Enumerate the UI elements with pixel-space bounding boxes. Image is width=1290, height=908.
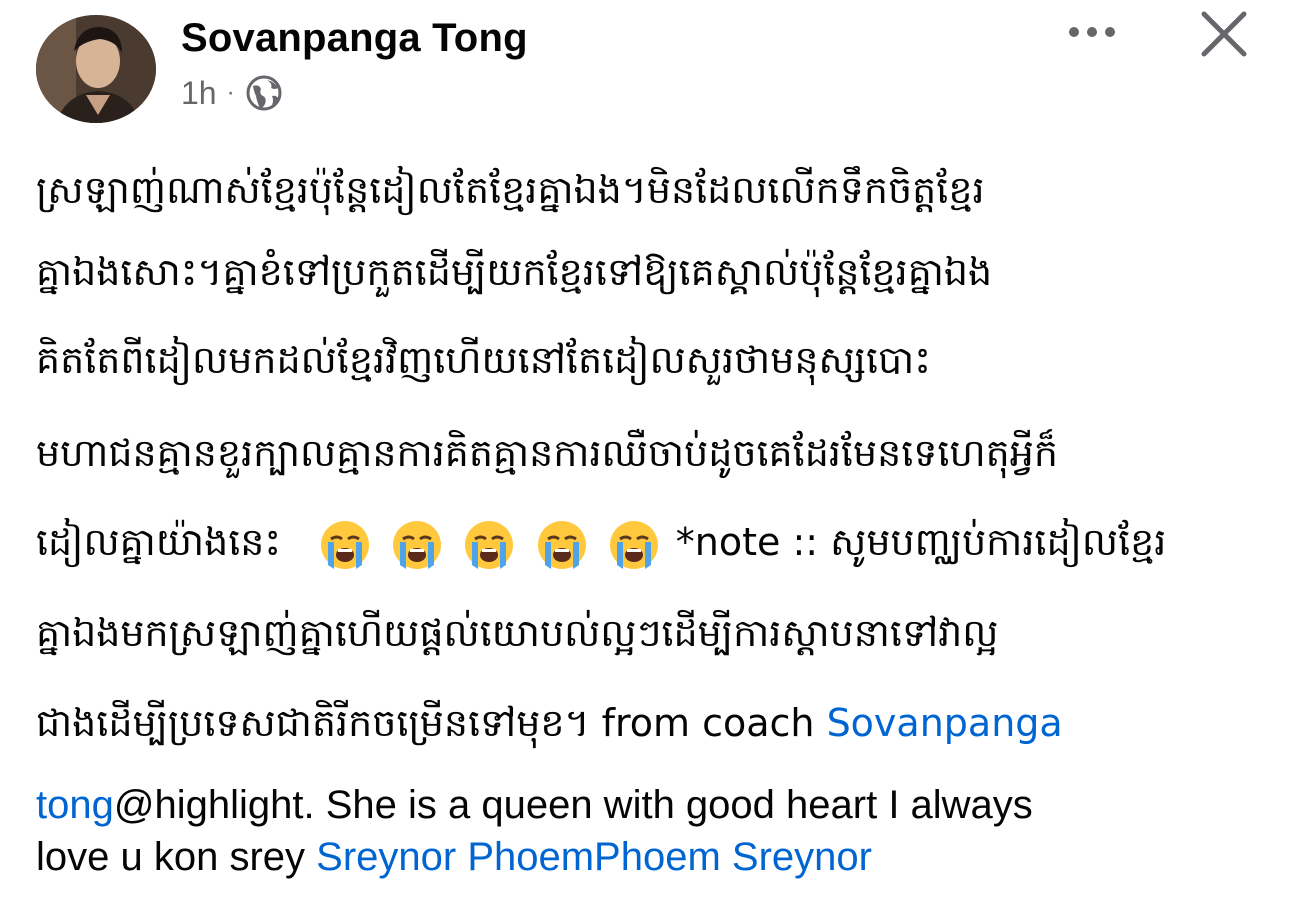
post-text-segment: ដៀលគ្នាយ៉ាងនេះ <box>36 520 282 564</box>
post-meta: 1h · <box>181 73 283 113</box>
author-name[interactable]: Sovanpanga Tong <box>181 14 528 62</box>
post-body: ស្រឡាញ់ណាស់ខ្មែរប៉ុន្តែដៀលតែខ្មែរគ្នាឯង។… <box>36 150 1266 890</box>
more-options-button[interactable] <box>1062 10 1122 54</box>
mention-link[interactable]: Sovanpanga <box>827 701 1063 745</box>
post-text-segment: *note :: សូមបញ្ឈប់ការដៀលខ្មែរ <box>675 520 1167 564</box>
mention-link[interactable]: Sreynor PhoemPhoem Sreynor <box>316 835 872 879</box>
close-icon <box>1201 11 1247 57</box>
emoji-group <box>315 520 675 569</box>
loudly-crying-face-emoji <box>393 520 442 569</box>
globe-icon[interactable] <box>245 74 283 112</box>
post-time[interactable]: 1h <box>181 75 217 112</box>
post-text-line: គ្នាឯងមកស្រឡាញ់គ្នាហើយផ្តល់យោបល់ល្អៗដើម្… <box>36 611 999 655</box>
post-text-line: ស្រឡាញ់ណាស់ខ្មែរប៉ុន្តែដៀលតែខ្មែរគ្នាឯង។… <box>36 168 985 212</box>
post-text-line: love u kon srey Sreynor PhoemPhoem Sreyn… <box>36 830 872 884</box>
post-text-line: ជាងដើម្បីប្រទេសជាតិរីកចម្រើនទៅមុខ។ from … <box>36 693 1063 753</box>
post-header: Sovanpanga Tong 1h · <box>0 0 1290 130</box>
post-text-line: tong@highlight. She is a queen with good… <box>36 778 1033 832</box>
loudly-crying-face-emoji <box>537 520 586 569</box>
post-text-segment: love u kon srey <box>36 835 317 879</box>
more-dots-icon <box>1069 27 1115 37</box>
avatar-photo <box>36 15 156 123</box>
post-text-segment: @highlight. She is a queen with good hea… <box>113 783 1033 827</box>
post-text-line: គិតតែពីដៀលមកដល់ខ្មែរវិញហើយនៅតែដៀលសួរថាមន… <box>36 338 931 382</box>
loudly-crying-face-emoji <box>321 520 370 569</box>
close-button[interactable] <box>1196 6 1252 62</box>
post-text-line: គ្នាឯងសោះ។គ្នាខំទៅប្រកួតដើម្បីយកខ្មែរទៅឱ… <box>36 250 993 294</box>
mention-link[interactable]: tong <box>36 783 114 827</box>
meta-separator: · <box>226 79 235 106</box>
loudly-crying-face-emoji <box>609 520 658 569</box>
post-text-line: ដៀលគ្នាយ៉ាងនេះ *note:: សូមបញ្ឈប់ការដៀលខ… <box>36 512 1166 572</box>
post-text-line: មហាជនគ្មានខួរក្បាលគ្មានការគិតគ្មានការឈឺច… <box>36 431 1058 475</box>
post-text-segment: ជាងដើម្បីប្រទេសជាតិរីកចម្រើនទៅមុខ។ from … <box>36 701 827 745</box>
loudly-crying-face-emoji <box>465 520 514 569</box>
author-avatar[interactable] <box>36 15 156 123</box>
